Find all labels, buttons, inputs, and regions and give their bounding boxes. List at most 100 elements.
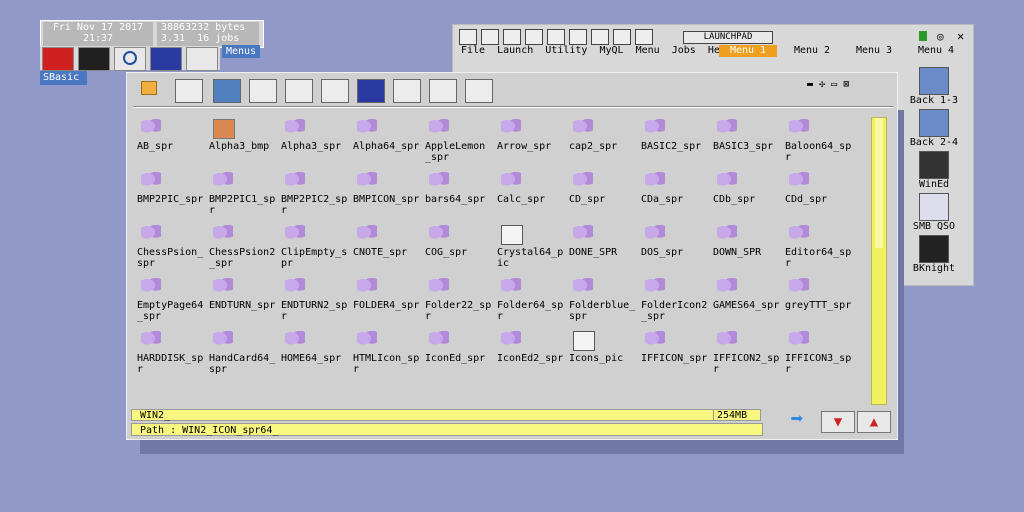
list-view-icon[interactable] bbox=[465, 79, 493, 103]
file-item[interactable]: GAMES64_spr bbox=[713, 276, 785, 311]
file-item[interactable]: HARDDISK_sp r bbox=[137, 329, 209, 375]
file-item[interactable]: Alpha3_spr bbox=[281, 117, 353, 152]
copy-files-icon[interactable] bbox=[285, 79, 313, 103]
menu-myql[interactable]: MyQL bbox=[599, 45, 623, 56]
scroll-up-icon[interactable]: ▲ bbox=[857, 411, 891, 433]
close-window-icon[interactable]: ⊠ bbox=[843, 79, 849, 90]
menu-utility[interactable]: Utility bbox=[545, 45, 587, 56]
defs-icon[interactable] bbox=[635, 29, 653, 45]
file-item[interactable]: BASIC2_spr bbox=[641, 117, 713, 152]
minimize-icon[interactable]: ▬ bbox=[807, 79, 813, 90]
move-window-icon[interactable]: ✣ bbox=[819, 79, 825, 90]
file-item[interactable]: HTMLIcon_sp r bbox=[353, 329, 425, 375]
scroll-down-icon[interactable]: ▼ bbox=[821, 411, 855, 433]
file-item[interactable]: CDd_spr bbox=[785, 170, 857, 205]
hat-icon[interactable] bbox=[613, 29, 631, 45]
vertical-scrollbar[interactable] bbox=[871, 117, 887, 405]
file-item[interactable]: CNOTE_spr bbox=[353, 223, 425, 258]
file-item[interactable]: COG_spr bbox=[425, 223, 497, 258]
file-item[interactable]: HOME64_spr bbox=[281, 329, 353, 364]
tab-menu-2[interactable]: Menu 2 bbox=[783, 45, 841, 57]
resize-icon[interactable]: ▭ bbox=[831, 79, 837, 90]
file-item[interactable]: Crystal64_p ic bbox=[497, 223, 569, 269]
tab-menu-4[interactable]: Menu 4 bbox=[907, 45, 965, 57]
file-item[interactable]: IconEd2_spr bbox=[497, 329, 569, 364]
runner-icon[interactable] bbox=[569, 29, 587, 45]
file-item[interactable]: ClipEmpty_s pr bbox=[281, 223, 353, 269]
sbasic-button[interactable]: SBasic bbox=[40, 71, 87, 85]
file-item[interactable]: bars64_spr bbox=[425, 170, 497, 205]
shortcut-smb-qso[interactable]: SMB QSO bbox=[899, 193, 969, 232]
menu-jobs[interactable]: Jobs bbox=[672, 45, 696, 56]
shortcut-back-2-4[interactable]: Back 2-4 bbox=[899, 109, 969, 148]
view-icon[interactable] bbox=[175, 79, 203, 103]
shortcut-bknight[interactable]: BKnight bbox=[899, 235, 969, 274]
tab-menu-1[interactable]: Menu 1 bbox=[719, 45, 777, 57]
file-item[interactable]: DONE_SPR bbox=[569, 223, 641, 258]
grid-icon[interactable] bbox=[547, 29, 565, 45]
file-item[interactable]: Folder22_sp r bbox=[425, 276, 497, 322]
file-item[interactable]: AppleLemon _spr bbox=[425, 117, 497, 163]
menu-file[interactable]: File bbox=[461, 45, 485, 56]
file-item[interactable]: BMP2PIC1_sp r bbox=[209, 170, 281, 216]
file-item[interactable]: EmptyPage64 _spr bbox=[137, 276, 209, 322]
file-item[interactable]: Calc_spr bbox=[497, 170, 569, 205]
sort-az-icon[interactable] bbox=[429, 79, 457, 103]
file-item[interactable]: IFFICON_spr bbox=[641, 329, 713, 364]
file-item[interactable]: ENDTURN_spr bbox=[209, 276, 281, 311]
open-icon[interactable] bbox=[321, 79, 349, 103]
file-item[interactable]: BMPICON_spr bbox=[353, 170, 425, 205]
file-item[interactable]: Editor64_sp r bbox=[785, 223, 857, 269]
file-item[interactable]: cap2_spr bbox=[569, 117, 641, 152]
file-item[interactable]: Baloon64_sp r bbox=[785, 117, 857, 163]
copy-icon[interactable] bbox=[525, 29, 543, 45]
file-item[interactable]: CD_spr bbox=[569, 170, 641, 205]
file-item[interactable]: DOWN_SPR bbox=[713, 223, 785, 258]
printer-icon[interactable] bbox=[186, 47, 218, 71]
file-item[interactable]: BMP2PIC2_sp r bbox=[281, 170, 353, 216]
file-item[interactable]: IFFICON3_sp r bbox=[785, 329, 857, 375]
settings-icon[interactable]: ◎ bbox=[937, 30, 944, 43]
file-item[interactable]: IFFICON2_sp r bbox=[713, 329, 785, 375]
display-icon[interactable] bbox=[357, 79, 385, 103]
parent-dir-icon[interactable] bbox=[213, 79, 241, 103]
file-item[interactable]: AB_spr bbox=[137, 117, 209, 152]
file-item[interactable]: ChessPsion2 _spr bbox=[209, 223, 281, 269]
scroll-thumb[interactable] bbox=[875, 118, 883, 248]
file-item[interactable]: greyTTT_spr bbox=[785, 276, 857, 311]
file-item[interactable]: Alpha64_spr bbox=[353, 117, 425, 152]
sprite-icon[interactable] bbox=[591, 29, 609, 45]
file-item[interactable]: BMP2PIC_spr bbox=[137, 170, 209, 205]
file-item[interactable]: CDa_spr bbox=[641, 170, 713, 205]
forward-arrow-icon[interactable]: ➡ bbox=[781, 409, 813, 431]
magnifier-icon[interactable] bbox=[114, 47, 146, 71]
download-icon[interactable] bbox=[503, 29, 521, 45]
file-item[interactable]: Icons_pic bbox=[569, 329, 641, 364]
file-item[interactable]: HandCard64_ spr bbox=[209, 329, 281, 375]
app-icon[interactable] bbox=[141, 81, 157, 95]
menu-menu[interactable]: Menu bbox=[636, 45, 660, 56]
file-item[interactable]: BASIC3_spr bbox=[713, 117, 785, 152]
folder-icon[interactable] bbox=[481, 29, 499, 45]
pin-icon[interactable] bbox=[919, 31, 927, 41]
path-display[interactable]: Path : WIN2_ICON_spr64_ bbox=[131, 423, 763, 436]
menu-launch[interactable]: Launch bbox=[497, 45, 533, 56]
move-icon[interactable] bbox=[249, 79, 277, 103]
file-item[interactable]: Alpha3_bmp bbox=[209, 117, 281, 152]
file-item[interactable]: FOLDER4_spr bbox=[353, 276, 425, 311]
tab-menu-3[interactable]: Menu 3 bbox=[845, 45, 903, 57]
file-item[interactable]: FolderIcon2 _spr bbox=[641, 276, 713, 322]
game-icon[interactable] bbox=[78, 47, 110, 71]
file-item[interactable]: ChessPsion_ spr bbox=[137, 223, 209, 269]
menus-button[interactable]: Menus bbox=[222, 45, 260, 58]
shortcut-wined[interactable]: WinEd bbox=[899, 151, 969, 190]
file-item[interactable]: CDb_spr bbox=[713, 170, 785, 205]
rename-icon[interactable] bbox=[393, 79, 421, 103]
file-item[interactable]: Folder64_sp r bbox=[497, 276, 569, 322]
file-item[interactable]: Folderblue_ spr bbox=[569, 276, 641, 322]
file-item[interactable]: DOS_spr bbox=[641, 223, 713, 258]
close-icon[interactable]: ✕ bbox=[957, 29, 964, 43]
file-item[interactable]: Arrow_spr bbox=[497, 117, 569, 152]
shortcut-back-1-3[interactable]: Back 1-3 bbox=[899, 67, 969, 106]
file-item[interactable]: IconEd_spr bbox=[425, 329, 497, 364]
